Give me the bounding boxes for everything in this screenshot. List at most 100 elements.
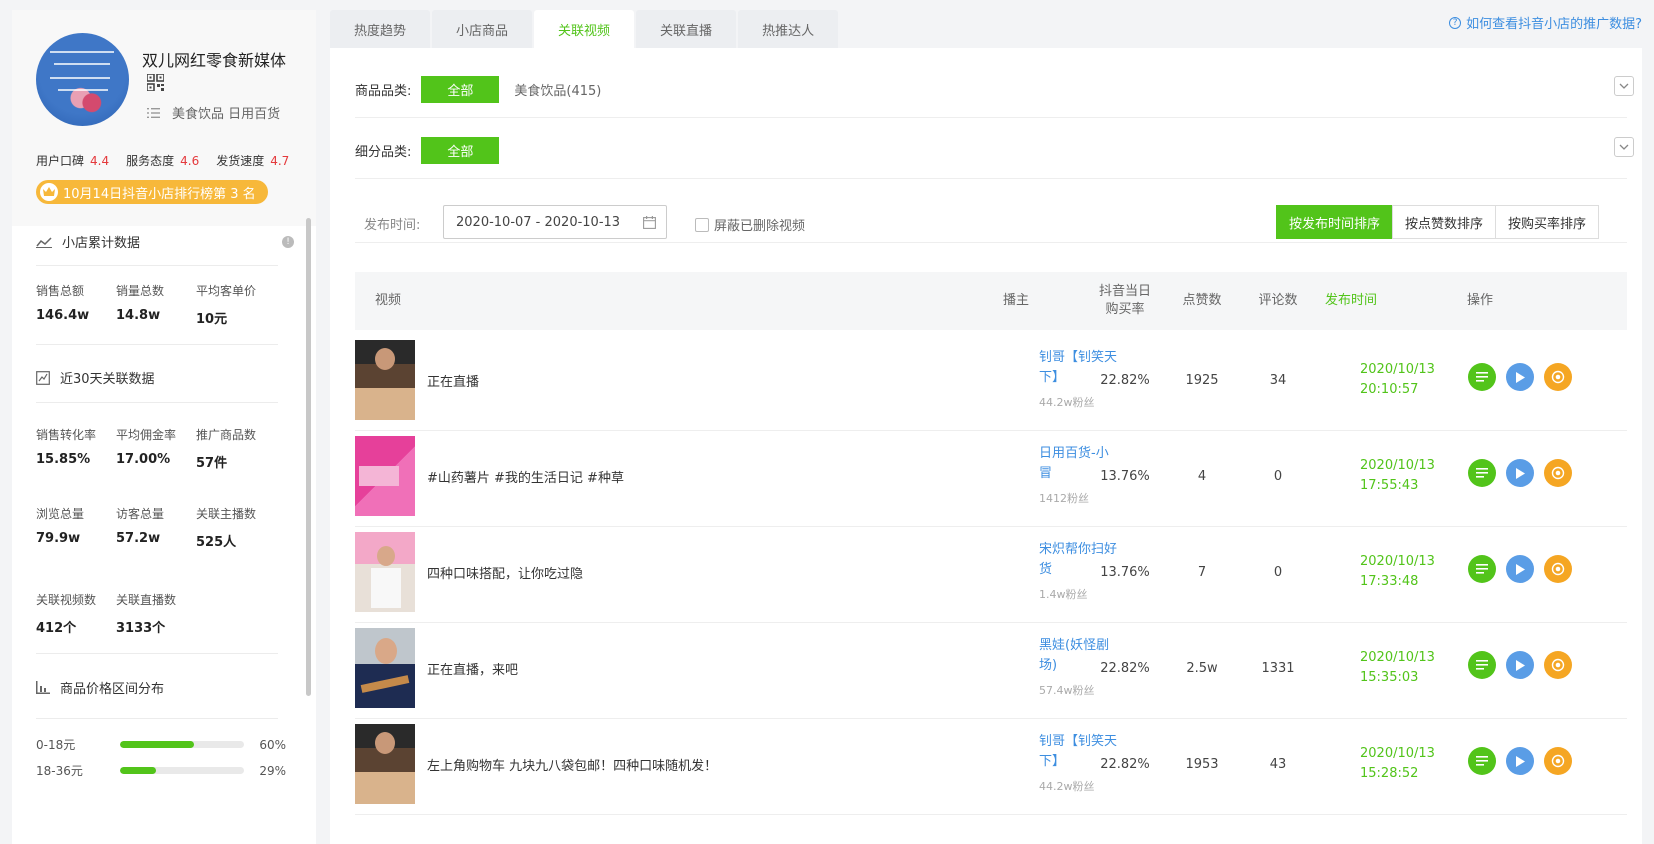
publish-time-label: 发布时间: (364, 218, 421, 233)
sub-category-filter: 细分品类: 全部 (355, 137, 500, 164)
food-category-option[interactable]: 美食饮品(415) (514, 80, 601, 99)
video-title[interactable]: 左上角购物车 九块九八袋包邮！四种口味随机发！ (427, 714, 717, 814)
metric-anchors: 关联主播数 525人 (196, 507, 257, 550)
list-icon (1476, 660, 1488, 670)
help-link[interactable]: ? 如何查看抖音小店的推广数据? (1449, 13, 1642, 32)
date-range-input[interactable]: 2020-10-07 - 2020-10-13 (443, 205, 667, 239)
sort-by-rate-button[interactable]: 按购买率排序 (1495, 205, 1600, 239)
video-thumbnail[interactable] (355, 724, 415, 804)
play-button[interactable] (1506, 363, 1534, 391)
score-shipping: 发货速度 4.7 (216, 154, 290, 168)
detail-button[interactable] (1468, 651, 1496, 679)
metric-lives: 关联直播数 3133个 (116, 593, 177, 636)
table-row[interactable]: 左上角购物车 九块九八袋包邮！四种口味随机发！ 钊哥【钊笑天下】 44.2w粉丝… (355, 714, 1627, 815)
tab-influencers[interactable]: 热推达人 (738, 10, 839, 48)
expand-sub-category-button[interactable] (1614, 137, 1634, 157)
video-title[interactable]: #山药薯片 #我的生活日记 #种草 (427, 426, 624, 526)
metric-promoted-goods: 推广商品数 57件 (196, 428, 257, 471)
rank-text: 10月14日抖音小店排行榜第 3 名 (63, 186, 256, 202)
comments-count: 43 (1269, 756, 1287, 772)
purchase-rate: 22.82% (1100, 756, 1150, 772)
comments-count: 1331 (1261, 660, 1295, 676)
video-thumbnail[interactable] (355, 628, 415, 708)
comments-count: 0 (1273, 564, 1283, 580)
likes-count: 1953 (1185, 756, 1219, 772)
score-reputation: 用户口碑 4.4 (36, 154, 110, 168)
header-purchase-rate: 抖音当日 购买率 (1098, 284, 1151, 317)
cumulative-section-title: 小店累计数据 (36, 232, 140, 251)
header-comments[interactable]: 评论数 (1243, 272, 1313, 330)
play-button[interactable] (1506, 747, 1534, 775)
rank-badge[interactable]: 10月14日抖音小店排行榜第 3 名 (36, 180, 268, 204)
price-section-title: 商品价格区间分布 (36, 678, 164, 697)
video-thumbnail[interactable] (355, 436, 415, 516)
target-icon (1551, 370, 1565, 384)
tab-videos[interactable]: 关联视频 (534, 10, 635, 48)
row-operations (1468, 555, 1582, 583)
info-icon[interactable]: ! (282, 236, 294, 248)
likes-count: 7 (1197, 564, 1207, 580)
track-button[interactable] (1544, 363, 1572, 391)
likes-count: 1925 (1185, 372, 1219, 388)
metric-views: 浏览总量 79.9w (36, 507, 85, 546)
sort-button-group: 按发布时间排序 按点赞数排序 按购买率排序 (1276, 205, 1600, 239)
play-button[interactable] (1506, 555, 1534, 583)
play-icon (1516, 659, 1525, 671)
price-range-fill (120, 767, 156, 774)
track-button[interactable] (1544, 555, 1572, 583)
play-button[interactable] (1506, 651, 1534, 679)
hide-deleted-checkbox[interactable]: 屏蔽已删除视频 (695, 215, 805, 234)
table-row[interactable]: #山药薯片 #我的生活日记 #种草 日用百货-小冒 1412粉丝 13.76% … (355, 426, 1627, 527)
metric-conversion: 销售转化率 15.85% (36, 428, 97, 467)
shop-avatar[interactable] (36, 33, 129, 126)
video-title[interactable]: 四种口味搭配，让你吃过隐 (427, 522, 583, 622)
target-icon (1551, 658, 1565, 672)
video-title[interactable]: 正在直播，来吧 (427, 618, 518, 718)
table-row[interactable]: 四种口味搭配，让你吃过隐 宋炽帮你扫好货 1.4w粉丝 13.76% 7 0 2… (355, 522, 1627, 623)
goods-category-all-button[interactable]: 全部 (421, 76, 500, 103)
list-icon (1476, 756, 1488, 766)
checkbox-box[interactable] (695, 217, 709, 232)
track-button[interactable] (1544, 747, 1572, 775)
calendar-icon (643, 216, 656, 229)
shop-name: 双儿网红零食新媒体 (142, 51, 287, 70)
detail-button[interactable] (1468, 459, 1496, 487)
video-thumbnail[interactable] (355, 532, 415, 612)
likes-count: 4 (1197, 468, 1207, 484)
metric-visitors: 访客总量 57.2w (116, 507, 165, 546)
price-range-bar (120, 741, 244, 748)
goods-category-filter: 商品品类: 全部 美食饮品(415) (355, 76, 601, 103)
publish-time: 2020/10/13 15:28:52 (1360, 746, 1435, 781)
sub-category-all-button[interactable]: 全部 (421, 137, 500, 164)
list-icon (1476, 564, 1488, 574)
sidebar-scrollbar[interactable] (306, 218, 311, 696)
track-button[interactable] (1544, 459, 1572, 487)
table-row[interactable]: 正在直播，来吧 黑娃(妖怪剧场) 57.4w粉丝 22.82% 2.5w 133… (355, 618, 1627, 719)
question-icon: ? (1449, 16, 1462, 29)
metric-videos: 关联视频数 412个 (36, 593, 97, 636)
video-title[interactable]: 正在直播 (427, 330, 479, 430)
chevron-down-icon (1619, 83, 1629, 89)
tab-lives[interactable]: 关联直播 (636, 10, 737, 48)
play-button[interactable] (1506, 459, 1534, 487)
expand-goods-category-button[interactable] (1614, 76, 1634, 96)
track-button[interactable] (1544, 651, 1572, 679)
video-thumbnail[interactable] (355, 340, 415, 420)
trend-chart-icon (36, 370, 50, 385)
crown-icon (40, 183, 58, 201)
detail-button[interactable] (1468, 747, 1496, 775)
likes-count: 2.5w (1186, 660, 1218, 676)
tab-trend[interactable]: 热度趋势 (330, 10, 431, 48)
sort-by-time-button[interactable]: 按发布时间排序 (1276, 205, 1394, 239)
header-likes[interactable]: 点赞数 (1167, 272, 1237, 330)
comments-count: 34 (1269, 372, 1287, 388)
sort-by-likes-button[interactable]: 按点赞数排序 (1392, 205, 1497, 239)
qr-code-icon[interactable] (147, 74, 164, 91)
detail-button[interactable] (1468, 363, 1496, 391)
table-row[interactable]: 正在直播 钊哥【钊笑天下】 44.2w粉丝 22.82% 1925 34 202… (355, 330, 1627, 431)
detail-button[interactable] (1468, 555, 1496, 583)
tab-goods[interactable]: 小店商品 (432, 10, 533, 48)
header-publish-time[interactable]: 发布时间 (1325, 272, 1377, 330)
target-icon (1551, 562, 1565, 576)
target-icon (1551, 466, 1565, 480)
